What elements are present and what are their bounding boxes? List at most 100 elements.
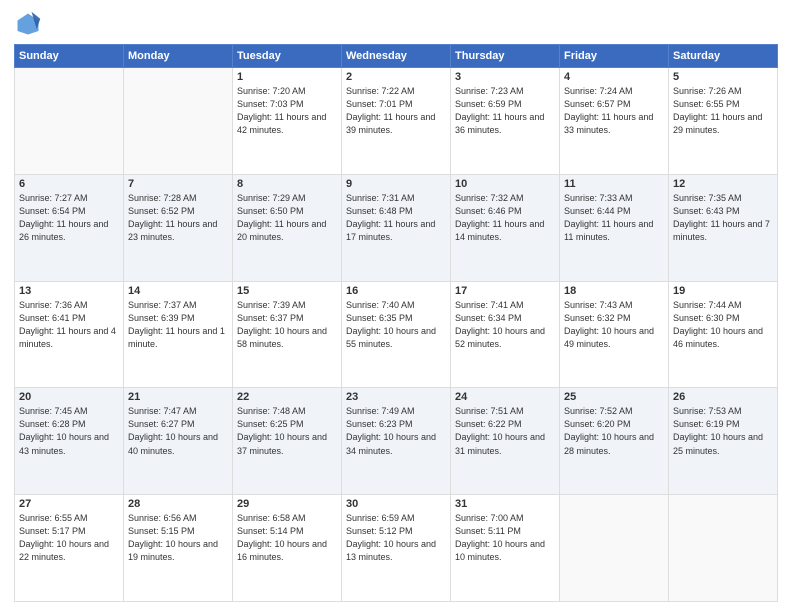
day-number: 28 (128, 498, 228, 510)
day-info: Sunrise: 7:37 AM Sunset: 6:39 PM Dayligh… (128, 299, 228, 351)
day-number: 8 (237, 178, 337, 190)
calendar-cell (669, 495, 778, 602)
calendar-cell: 8 Sunrise: 7:29 AM Sunset: 6:50 PM Daylig… (233, 174, 342, 281)
day-number: 11 (564, 178, 664, 190)
calendar-cell: 11 Sunrise: 7:33 AM Sunset: 6:44 PM Dayli… (560, 174, 669, 281)
day-number: 24 (455, 391, 555, 403)
calendar-cell: 31Sunrise: 7:00 AM Sunset: 5:11 PM Dayli… (451, 495, 560, 602)
calendar-cell: 13 Sunrise: 7:36 AM Sunset: 6:41 PM Dayli… (15, 281, 124, 388)
day-info: Sunrise: 6:55 AM Sunset: 5:17 PM Dayligh… (19, 512, 119, 564)
day-info: Sunrise: 7:24 AM Sunset: 6:57 PM Dayligh… (564, 85, 664, 137)
calendar-cell: 10Sunrise: 7:32 AM Sunset: 6:46 PM Dayli… (451, 174, 560, 281)
calendar-cell (124, 68, 233, 175)
day-number: 13 (19, 285, 119, 297)
day-info: Sunrise: 7:35 AM Sunset: 6:43 PM Dayligh… (673, 192, 773, 244)
day-number: 29 (237, 498, 337, 510)
calendar-cell: 15 Sunrise: 7:39 AM Sunset: 6:37 PM Dayli… (233, 281, 342, 388)
calendar-cell (560, 495, 669, 602)
day-number: 1 (237, 71, 337, 83)
calendar-cell: 23 Sunrise: 7:49 AM Sunset: 6:23 PM Dayli… (342, 388, 451, 495)
calendar-cell: 24 Sunrise: 7:51 AM Sunset: 6:22 PM Dayli… (451, 388, 560, 495)
calendar-cell: 16Sunrise: 7:40 AM Sunset: 6:35 PM Dayli… (342, 281, 451, 388)
day-info: Sunrise: 7:47 AM Sunset: 6:27 PM Dayligh… (128, 405, 228, 457)
day-number: 17 (455, 285, 555, 297)
calendar-cell (15, 68, 124, 175)
day-info: Sunrise: 7:49 AM Sunset: 6:23 PM Dayligh… (346, 405, 446, 457)
day-info: Sunrise: 7:28 AM Sunset: 6:52 PM Dayligh… (128, 192, 228, 244)
weekday-header-thursday: Thursday (451, 45, 560, 68)
day-number: 4 (564, 71, 664, 83)
day-number: 7 (128, 178, 228, 190)
weekday-header-row: SundayMondayTuesdayWednesdayThursdayFrid… (15, 45, 778, 68)
day-number: 31 (455, 498, 555, 510)
day-info: Sunrise: 7:23 AM Sunset: 6:59 PM Dayligh… (455, 85, 555, 137)
day-number: 6 (19, 178, 119, 190)
calendar-body: 1 Sunrise: 7:20 AM Sunset: 7:03 PM Daylig… (15, 68, 778, 602)
weekday-header-saturday: Saturday (669, 45, 778, 68)
weekday-header-sunday: Sunday (15, 45, 124, 68)
calendar-header: SundayMondayTuesdayWednesdayThursdayFrid… (15, 45, 778, 68)
day-info: Sunrise: 7:52 AM Sunset: 6:20 PM Dayligh… (564, 405, 664, 457)
day-number: 22 (237, 391, 337, 403)
day-info: Sunrise: 6:58 AM Sunset: 5:14 PM Dayligh… (237, 512, 337, 564)
day-info: Sunrise: 7:41 AM Sunset: 6:34 PM Dayligh… (455, 299, 555, 351)
day-info: Sunrise: 7:29 AM Sunset: 6:50 PM Dayligh… (237, 192, 337, 244)
day-info: Sunrise: 7:22 AM Sunset: 7:01 PM Dayligh… (346, 85, 446, 137)
weekday-header-monday: Monday (124, 45, 233, 68)
calendar-cell: 7 Sunrise: 7:28 AM Sunset: 6:52 PM Daylig… (124, 174, 233, 281)
header (14, 10, 778, 38)
day-info: Sunrise: 7:53 AM Sunset: 6:19 PM Dayligh… (673, 405, 773, 457)
day-info: Sunrise: 7:44 AM Sunset: 6:30 PM Dayligh… (673, 299, 773, 351)
day-number: 21 (128, 391, 228, 403)
day-info: Sunrise: 7:26 AM Sunset: 6:55 PM Dayligh… (673, 85, 773, 137)
week-row-1: 1 Sunrise: 7:20 AM Sunset: 7:03 PM Daylig… (15, 68, 778, 175)
day-number: 16 (346, 285, 446, 297)
weekday-header-wednesday: Wednesday (342, 45, 451, 68)
day-info: Sunrise: 7:36 AM Sunset: 6:41 PM Dayligh… (19, 299, 119, 351)
day-info: Sunrise: 7:31 AM Sunset: 6:48 PM Dayligh… (346, 192, 446, 244)
day-number: 23 (346, 391, 446, 403)
day-info: Sunrise: 7:39 AM Sunset: 6:37 PM Dayligh… (237, 299, 337, 351)
calendar-cell: 19Sunrise: 7:44 AM Sunset: 6:30 PM Dayli… (669, 281, 778, 388)
day-number: 15 (237, 285, 337, 297)
logo (14, 10, 46, 38)
day-number: 20 (19, 391, 119, 403)
day-number: 9 (346, 178, 446, 190)
page: SundayMondayTuesdayWednesdayThursdayFrid… (0, 0, 792, 612)
calendar-cell: 27 Sunrise: 6:55 AM Sunset: 5:17 PM Dayli… (15, 495, 124, 602)
calendar-cell: 20 Sunrise: 7:45 AM Sunset: 6:28 PM Dayli… (15, 388, 124, 495)
day-info: Sunrise: 7:27 AM Sunset: 6:54 PM Dayligh… (19, 192, 119, 244)
day-number: 3 (455, 71, 555, 83)
day-number: 26 (673, 391, 773, 403)
calendar-cell: 22Sunrise: 7:48 AM Sunset: 6:25 PM Dayli… (233, 388, 342, 495)
calendar-cell: 12 Sunrise: 7:35 AM Sunset: 6:43 PM Dayli… (669, 174, 778, 281)
calendar-cell: 18Sunrise: 7:43 AM Sunset: 6:32 PM Dayli… (560, 281, 669, 388)
calendar-cell: 3 Sunrise: 7:23 AM Sunset: 6:59 PM Daylig… (451, 68, 560, 175)
day-number: 27 (19, 498, 119, 510)
calendar-cell: 1 Sunrise: 7:20 AM Sunset: 7:03 PM Daylig… (233, 68, 342, 175)
day-number: 12 (673, 178, 773, 190)
calendar: SundayMondayTuesdayWednesdayThursdayFrid… (14, 44, 778, 602)
day-number: 30 (346, 498, 446, 510)
calendar-cell: 21 Sunrise: 7:47 AM Sunset: 6:27 PM Dayli… (124, 388, 233, 495)
week-row-5: 27 Sunrise: 6:55 AM Sunset: 5:17 PM Dayli… (15, 495, 778, 602)
day-info: Sunrise: 7:51 AM Sunset: 6:22 PM Dayligh… (455, 405, 555, 457)
calendar-cell: 9 Sunrise: 7:31 AM Sunset: 6:48 PM Daylig… (342, 174, 451, 281)
calendar-cell: 5 Sunrise: 7:26 AM Sunset: 6:55 PM Daylig… (669, 68, 778, 175)
calendar-cell: 4 Sunrise: 7:24 AM Sunset: 6:57 PM Daylig… (560, 68, 669, 175)
day-number: 5 (673, 71, 773, 83)
logo-icon (14, 10, 42, 38)
calendar-cell: 26 Sunrise: 7:53 AM Sunset: 6:19 PM Dayli… (669, 388, 778, 495)
day-info: Sunrise: 7:33 AM Sunset: 6:44 PM Dayligh… (564, 192, 664, 244)
calendar-cell: 17 Sunrise: 7:41 AM Sunset: 6:34 PM Dayli… (451, 281, 560, 388)
day-info: Sunrise: 6:59 AM Sunset: 5:12 PM Dayligh… (346, 512, 446, 564)
calendar-cell: 6 Sunrise: 7:27 AM Sunset: 6:54 PM Daylig… (15, 174, 124, 281)
calendar-cell: 28 Sunrise: 6:56 AM Sunset: 5:15 PM Dayli… (124, 495, 233, 602)
day-number: 25 (564, 391, 664, 403)
calendar-cell: 25 Sunrise: 7:52 AM Sunset: 6:20 PM Dayli… (560, 388, 669, 495)
day-info: Sunrise: 7:45 AM Sunset: 6:28 PM Dayligh… (19, 405, 119, 457)
day-info: Sunrise: 7:20 AM Sunset: 7:03 PM Dayligh… (237, 85, 337, 137)
day-info: Sunrise: 7:43 AM Sunset: 6:32 PM Dayligh… (564, 299, 664, 351)
day-info: Sunrise: 6:56 AM Sunset: 5:15 PM Dayligh… (128, 512, 228, 564)
week-row-2: 6 Sunrise: 7:27 AM Sunset: 6:54 PM Daylig… (15, 174, 778, 281)
